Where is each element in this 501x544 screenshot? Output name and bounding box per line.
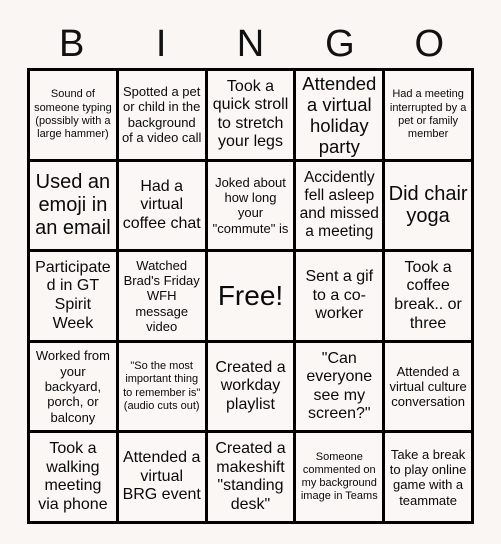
- bingo-cell-label: Attended a virtual holiday party: [302, 72, 377, 157]
- bingo-cell[interactable]: Created a workday playlist: [207, 342, 297, 434]
- bingo-cell[interactable]: Participated in GT Spirit Week: [30, 252, 119, 343]
- bingo-cell-label: Attended a virtual culture conversation: [389, 363, 467, 410]
- bingo-cell[interactable]: Took a walking meeting via phone: [30, 433, 119, 524]
- bingo-cell-label: Take a break to play online game with a …: [389, 446, 467, 508]
- bingo-cell-label: Participated in GT Spirit Week: [35, 258, 111, 332]
- bingo-cell-label: Spotted a pet or child in the background…: [121, 84, 202, 146]
- bingo-cell[interactable]: Had a meeting interrupted by a pet or fa…: [385, 71, 474, 162]
- bingo-cell-label: Sent a gif to a co-worker: [305, 268, 374, 323]
- bingo-cell[interactable]: Created a makeshift "standing desk": [207, 433, 297, 524]
- bingo-cell-label: "Can everyone see my screen?": [306, 349, 373, 423]
- header-letter-i: I: [155, 23, 167, 65]
- bingo-cell-label: Had a meeting interrupted by a pet or fa…: [389, 88, 467, 140]
- bingo-cell[interactable]: Had a virtual coffee chat: [118, 161, 208, 253]
- bingo-cell[interactable]: Took a coffee break.. or three: [385, 252, 474, 343]
- bingo-cell[interactable]: "So the most important thing to remember…: [118, 342, 208, 434]
- bingo-cell-label: Created a makeshift "standing desk": [215, 440, 286, 513]
- bingo-cell-label: Someone commented on my background image…: [300, 450, 378, 503]
- bingo-cell[interactable]: Attended a virtual culture conversation: [385, 342, 474, 434]
- bingo-cell-label: Had a virtual coffee chat: [122, 177, 201, 232]
- bingo-cell[interactable]: Someone commented on my background image…: [296, 433, 386, 524]
- bingo-cell[interactable]: Joked about how long your "commute" is: [207, 161, 297, 253]
- bingo-cell-label: Accidently fell asleep and missed a meet…: [299, 169, 379, 241]
- bingo-cell[interactable]: Spotted a pet or child in the background…: [118, 71, 208, 162]
- bingo-cell-label: Worked from your backyard, porch, or bal…: [35, 348, 110, 425]
- bingo-cell-label: Used an emoji in an email: [35, 171, 111, 239]
- bingo-cell-label: "So the most important thing to remember…: [123, 360, 201, 412]
- bingo-cell-label: Created a workday playlist: [215, 358, 286, 413]
- bingo-cell-label: Attended a virtual BRG event: [122, 449, 201, 504]
- bingo-cell[interactable]: Sound of someone typing (possibly with a…: [30, 71, 119, 162]
- bingo-cell[interactable]: Used an emoji in an email: [30, 161, 119, 253]
- bingo-cell[interactable]: Watched Brad's Friday WFH message video: [118, 252, 208, 343]
- bingo-cell-label: Took a walking meeting via phone: [38, 440, 108, 513]
- bingo-cell[interactable]: Worked from your backyard, porch, or bal…: [30, 342, 119, 434]
- header-letter-n: N: [236, 23, 265, 65]
- bingo-header: B I N G O: [27, 20, 474, 68]
- bingo-cell[interactable]: Take a break to play online game with a …: [385, 433, 474, 524]
- bingo-cell[interactable]: Took a quick stroll to stretch your legs: [207, 71, 297, 162]
- bingo-cell-label: Watched Brad's Friday WFH message video: [123, 257, 200, 334]
- bingo-cell[interactable]: "Can everyone see my screen?": [296, 342, 386, 434]
- bingo-cell[interactable]: Attended a virtual BRG event: [118, 433, 208, 524]
- bingo-cell[interactable]: Did chair yoga: [385, 161, 474, 253]
- bingo-cell-label: Took a coffee break.. or three: [394, 258, 462, 332]
- header-letter-b: B: [59, 23, 85, 65]
- bingo-cell-label: Joked about how long your "commute" is: [212, 174, 289, 236]
- bingo-cell-label: Did chair yoga: [388, 182, 468, 228]
- bingo-cell-label: Free!: [217, 280, 284, 312]
- header-letter-o: O: [414, 23, 445, 65]
- header-letter-g: G: [325, 23, 355, 65]
- bingo-card: B I N G O Sound of someone typing (possi…: [0, 0, 501, 544]
- bingo-grid: Sound of someone typing (possibly with a…: [27, 68, 474, 524]
- bingo-cell-free[interactable]: Free!: [207, 252, 297, 343]
- bingo-cell-label: Took a quick stroll to stretch your legs: [212, 77, 289, 151]
- bingo-cell-label: Sound of someone typing (possibly with a…: [34, 88, 112, 140]
- bingo-cell[interactable]: Attended a virtual holiday party: [296, 71, 386, 162]
- bingo-cell[interactable]: Sent a gif to a co-worker: [296, 252, 386, 343]
- bingo-cell[interactable]: Accidently fell asleep and missed a meet…: [296, 161, 386, 253]
